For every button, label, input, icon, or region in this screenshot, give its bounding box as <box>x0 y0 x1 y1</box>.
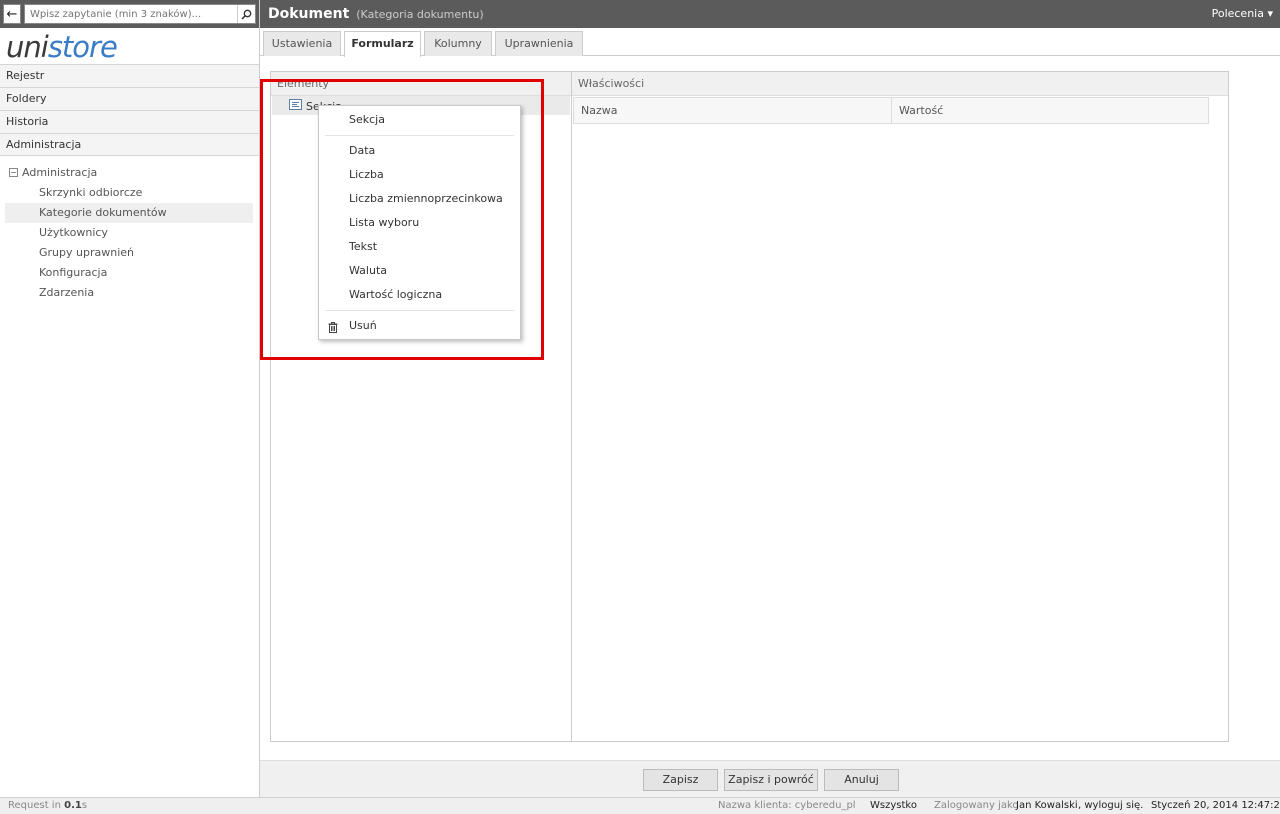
tree-root-administracja[interactable]: − Administracja <box>0 164 259 180</box>
menu-separator <box>325 310 514 311</box>
unistore-logo[interactable]: unistore <box>0 28 259 64</box>
column-header-nazwa[interactable]: Nazwa <box>574 98 892 123</box>
menu-separator <box>325 135 514 136</box>
tab-formularz[interactable]: Formularz <box>344 31 421 57</box>
client-name: Nazwa klienta: cyberedu_pl <box>718 800 856 811</box>
nav-historia[interactable]: Historia <box>0 110 259 133</box>
tree-item-konfiguracja[interactable]: Konfiguracja <box>5 263 253 283</box>
menu-item-liczba-zmiennoprzecinkowa[interactable]: Liczba zmiennoprzecinkowa <box>319 189 520 209</box>
menu-item-data[interactable]: Data <box>319 141 520 161</box>
tree-item-skrzynki[interactable]: Skrzynki odbiorcze <box>5 183 253 203</box>
user-name[interactable]: Jan Kowalski <box>1016 800 1078 811</box>
arrow-left-icon: ← <box>6 6 18 22</box>
left-column: ← unistore Rejestr Foldery Historia Admi… <box>0 0 260 797</box>
nav-administracja[interactable]: Administracja <box>0 133 259 156</box>
menu-item-sekcja[interactable]: Sekcja <box>319 110 520 130</box>
nav-rejestr[interactable]: Rejestr <box>0 64 259 87</box>
properties-panel-title: Właściwości <box>572 72 1228 96</box>
logo-text-store: store <box>47 30 118 64</box>
properties-grid-header: Nazwa Wartość <box>573 97 1209 124</box>
context-menu: Sekcja Data Liczba Liczba zmiennoprzecin… <box>318 105 521 340</box>
nav-foldery[interactable]: Foldery <box>0 87 259 110</box>
search-icon[interactable] <box>237 5 255 23</box>
top-bar: Dokument (Kategoria dokumentu) Polecenia… <box>260 0 1280 28</box>
collapse-icon[interactable]: − <box>9 167 18 177</box>
cancel-button[interactable]: Anuluj <box>824 769 899 791</box>
menu-item-lista-wyboru[interactable]: Lista wyboru <box>319 213 520 233</box>
search-box <box>24 4 256 24</box>
logo-text-uni: uni <box>6 30 49 64</box>
datetime: Styczeń 20, 2014 12:47:26 <box>1151 800 1280 811</box>
save-and-return-button[interactable]: Zapisz i powróć <box>724 769 818 791</box>
page-subtitle: (Kategoria dokumentu) <box>356 7 484 21</box>
elements-panel-title: Elementy <box>271 72 571 96</box>
menu-item-liczba[interactable]: Liczba <box>319 165 520 185</box>
menu-item-usun[interactable]: Usuń <box>319 316 520 336</box>
commands-menu[interactable]: Polecenia ▾ <box>1212 7 1273 20</box>
tree-item-uzytkownicy[interactable]: Użytkownicy <box>5 223 253 243</box>
tree-item-kategorie[interactable]: Kategorie dokumentów <box>5 203 253 223</box>
admin-tree: − Administracja Skrzynki odbiorcze Kateg… <box>0 156 259 303</box>
menu-item-wartosc-logiczna[interactable]: Wartość logiczna <box>319 285 520 305</box>
status-bar: Request in 0.1s Nazwa klienta: cyberedu_… <box>0 797 1280 814</box>
menu-item-usun-label: Usuń <box>349 319 377 332</box>
trash-icon <box>328 320 338 340</box>
menu-item-tekst[interactable]: Tekst <box>319 237 520 257</box>
tree-root-label: Administracja <box>22 165 98 179</box>
back-button[interactable]: ← <box>3 4 21 24</box>
section-icon <box>289 99 302 113</box>
request-time: Request in 0.1s <box>8 800 88 811</box>
save-button[interactable]: Zapisz <box>643 769 718 791</box>
tab-uprawnienia[interactable]: Uprawnienia <box>495 31 583 56</box>
properties-panel: Właściwości Nazwa Wartość <box>571 71 1229 742</box>
search-input[interactable] <box>25 8 237 20</box>
search-bar: ← <box>0 0 259 28</box>
menu-item-waluta[interactable]: Waluta <box>319 261 520 281</box>
action-bar: Zapisz Zapisz i powróć Anuluj <box>260 760 1280 797</box>
tree-item-grupy[interactable]: Grupy uprawnień <box>5 243 253 263</box>
logout-link[interactable]: , wyloguj się. <box>1078 800 1143 811</box>
tab-ustawienia[interactable]: Ustawienia <box>263 31 341 56</box>
page-title: Dokument <box>268 6 350 22</box>
logged-label: Zalogowany jako <box>934 800 1019 811</box>
tree-item-zdarzenia[interactable]: Zdarzenia <box>5 283 253 303</box>
tab-strip: Ustawienia Formularz Kolumny Uprawnienia <box>260 28 1280 57</box>
tab-kolumny[interactable]: Kolumny <box>424 31 492 56</box>
column-header-wartosc[interactable]: Wartość <box>892 98 1208 123</box>
scope-link[interactable]: Wszystko <box>870 800 917 811</box>
